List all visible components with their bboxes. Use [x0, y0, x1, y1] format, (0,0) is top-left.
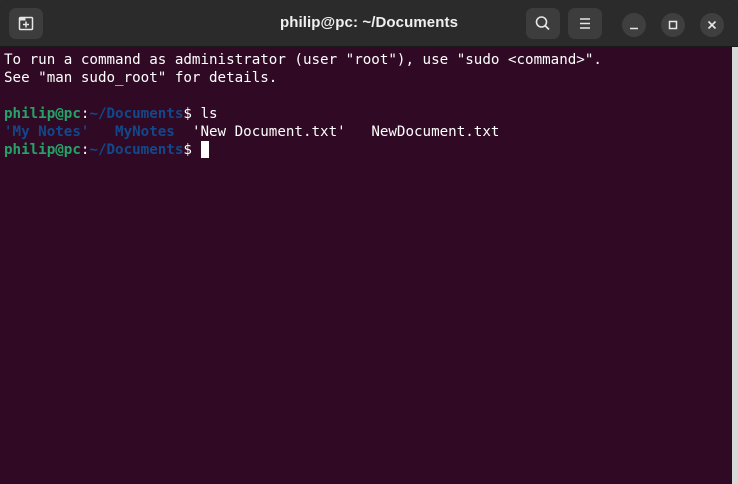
- prompt-line: philip@pc:~/Documents$: [4, 141, 738, 159]
- minimize-icon: [630, 27, 638, 30]
- prompt-path: ~/Documents: [89, 142, 184, 158]
- minimize-button[interactable]: [622, 13, 646, 37]
- prompt-user-host: philip@pc: [4, 106, 81, 122]
- ls-output-line: 'My Notes' MyNotes 'New Document.txt' Ne…: [4, 123, 738, 141]
- search-icon: [535, 16, 550, 31]
- search-button[interactable]: [526, 8, 560, 39]
- prompt-symbol: $: [183, 142, 192, 158]
- info-line: To run a command as administrator (user …: [4, 52, 602, 68]
- hamburger-menu-icon: [580, 18, 590, 29]
- ls-entry-file: NewDocument.txt: [371, 124, 500, 140]
- scrollbar[interactable]: [732, 47, 738, 484]
- command-text: ls: [191, 106, 218, 122]
- maximize-button[interactable]: [661, 13, 685, 37]
- prompt-line: philip@pc:~/Documents$ ls: [4, 105, 738, 123]
- ls-entry-file: 'New Document.txt': [191, 124, 346, 140]
- terminal-output[interactable]: To run a command as administrator (user …: [0, 47, 738, 484]
- text-cursor: [201, 141, 210, 158]
- new-tab-button[interactable]: [9, 8, 43, 39]
- prompt-user-host: philip@pc: [4, 142, 81, 158]
- titlebar[interactable]: philip@pc: ~/Documents: [0, 0, 738, 47]
- terminal-window: philip@pc: ~/Documents To run a command …: [0, 0, 738, 484]
- ls-entry-dir: MyNotes: [115, 124, 175, 140]
- maximize-icon: [668, 20, 678, 30]
- ls-entry-dir: 'My Notes': [4, 124, 90, 140]
- close-button[interactable]: [700, 13, 724, 37]
- prompt-symbol: $: [183, 106, 192, 122]
- info-line: See "man sudo_root" for details.: [4, 70, 278, 86]
- new-tab-icon: [18, 16, 34, 31]
- command-text: [192, 142, 201, 158]
- close-icon: [707, 20, 717, 30]
- menu-button[interactable]: [568, 8, 602, 39]
- prompt-path: ~/Documents: [89, 106, 184, 122]
